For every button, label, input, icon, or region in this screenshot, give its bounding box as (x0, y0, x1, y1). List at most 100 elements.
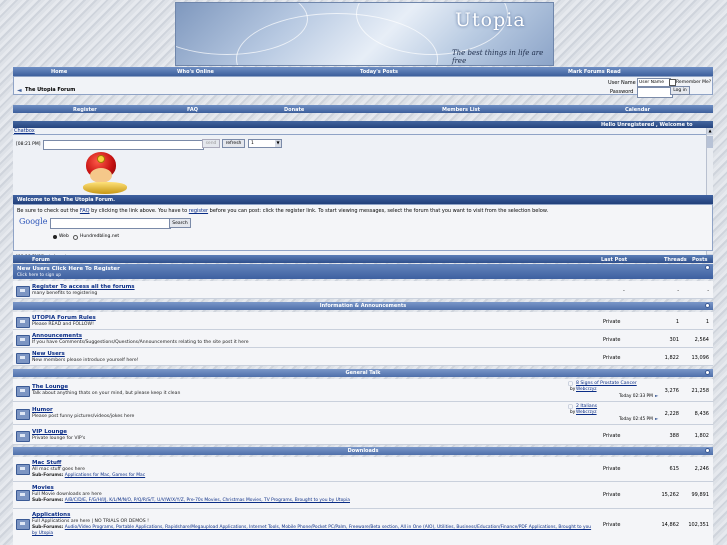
subforums-label: Sub-Forums: (32, 498, 64, 503)
forum-icon (16, 409, 30, 420)
chat-refresh-button[interactable]: refresh (222, 139, 245, 148)
avatar (83, 152, 129, 196)
google-search-input[interactable] (50, 218, 171, 229)
forum-desc: If you have Comments/Suggestions/Questio… (32, 340, 249, 345)
forum-threads: 2,228 (664, 411, 679, 417)
collapse-icon[interactable] (705, 265, 710, 270)
remember-me-checkbox[interactable] (669, 79, 676, 86)
forum-threads: 301 (669, 337, 679, 343)
nav-whos-online[interactable]: Who's Online (177, 69, 214, 75)
last-post-user[interactable]: Webcrzyz (576, 410, 597, 415)
username-label: User Name (608, 80, 636, 86)
forum-desc: All mac stuff goes here (32, 467, 85, 472)
forum-title[interactable]: Applications (32, 512, 70, 518)
category-downloads-title[interactable]: Downloads (348, 448, 379, 454)
forum-wrapper: Home Who's Online Today's Posts Mark For… (13, 67, 713, 545)
subforums-links[interactable]: Audio/Video Programs, Portable Applicati… (32, 525, 591, 536)
forum-title[interactable]: UTOPIA Forum Rules (32, 315, 96, 321)
last-post-user[interactable]: Webcrzyz (576, 387, 597, 392)
category-general-title[interactable]: General Talk (346, 370, 381, 376)
nav-members-list[interactable]: Members List (442, 107, 480, 113)
go-to-post-icon[interactable]: ► (655, 394, 658, 399)
banner-title: Utopia (455, 9, 526, 31)
faq-link[interactable]: FAQ (80, 208, 90, 214)
forum-posts: 102,351 (688, 522, 709, 528)
forum-title[interactable]: VIP Lounge (32, 429, 67, 435)
forum-title[interactable]: Movies (32, 485, 54, 491)
avatar-lamp (83, 182, 127, 194)
subforums-label: Sub-Forums: (32, 525, 64, 530)
last-post-title[interactable]: 8 Signs of Prostate Cancer (576, 381, 637, 386)
register-link[interactable]: register (189, 208, 208, 214)
subforums-links[interactable]: A/B/C/D/E, F/G/H/I/J, K/L/M/N/O, P/Q/R/S… (65, 498, 350, 503)
forum-threads: 14,862 (661, 522, 680, 528)
category-info[interactable]: Information & Announcements (13, 302, 713, 310)
new-users-header[interactable]: New Users Click Here To Register Click h… (13, 264, 713, 279)
radio-web[interactable] (53, 235, 57, 239)
password-input[interactable] (637, 87, 673, 98)
chat-message-input[interactable] (43, 140, 204, 150)
forum-home-icon[interactable]: ◄ (17, 87, 22, 94)
scrollbar-thumb[interactable] (707, 136, 713, 148)
nav-donate[interactable]: Donate (284, 107, 304, 113)
collapse-icon[interactable] (705, 370, 710, 375)
forum-title[interactable]: The Lounge (32, 384, 68, 390)
username-input[interactable] (637, 78, 671, 87)
forum-icon (16, 519, 30, 530)
chat-count-value: 1 (251, 141, 254, 146)
category-info-title[interactable]: Information & Announcements (320, 303, 406, 309)
nav-home[interactable]: Home (51, 69, 67, 75)
nav-faq[interactable]: FAQ (187, 107, 198, 113)
forum-title[interactable]: New Users (32, 351, 65, 357)
forum-posts: 1,802 (694, 433, 709, 439)
forum-table-header: Forum Last Post Threads Posts (13, 255, 713, 263)
login-button[interactable]: Log in (670, 86, 690, 95)
subforums-links[interactable]: Applications for Mac, Games for Mac (65, 473, 145, 478)
go-to-post-icon[interactable]: ► (655, 417, 658, 422)
forum-last-post: Private (603, 355, 621, 361)
last-post-time: Today 02:33 PM (619, 394, 653, 399)
col-forum: Forum (32, 257, 50, 263)
last-post-title[interactable]: 2 Italians (576, 404, 597, 409)
forum-title[interactable]: Humor (32, 407, 53, 413)
forum-row-humor: Humor Please post funny pictures/videos/… (13, 402, 713, 425)
forum-desc: many benefits to registering (32, 291, 98, 296)
banner-tagline: The best things in life are free (452, 49, 544, 65)
nav-register[interactable]: Register (73, 107, 97, 113)
forum-threads: 615 (669, 466, 679, 472)
col-threads: Threads (664, 257, 687, 263)
chat-time-1: [08:21 PM] (16, 142, 41, 147)
category-downloads[interactable]: Downloads (13, 447, 713, 455)
collapse-icon[interactable] (705, 448, 710, 453)
breadcrumb-title[interactable]: The Utopia Forum (25, 87, 75, 93)
chat-send-button[interactable]: send (202, 139, 220, 148)
nav-todays-posts[interactable]: Today's Posts (360, 69, 398, 75)
chat-count-select[interactable]: 1 ▼ (248, 139, 282, 148)
google-logo: Google (19, 217, 48, 226)
forum-desc: Please READ and FOLLOW! (32, 322, 94, 327)
forum-title[interactable]: Mac Stuff (32, 460, 61, 466)
forum-last-post: Private (603, 319, 621, 325)
forum-desc: Full Applications are here | NO TRIALS O… (32, 519, 149, 524)
breadcrumb-login-row: ◄ The Utopia Forum User Name Remember Me… (13, 76, 713, 98)
radio-site[interactable] (73, 235, 78, 240)
forum-desc: Talk about anything thats on your mind, … (32, 391, 181, 396)
forum-threads: - (677, 288, 679, 294)
forum-posts: 21,258 (691, 388, 710, 394)
forum-title[interactable]: Register To access all the forums (32, 284, 135, 290)
nav-calendar[interactable]: Calendar (625, 107, 650, 113)
nav-mark-forums-read[interactable]: Mark Forums Read (568, 69, 621, 75)
scroll-up-icon[interactable]: ▲ (707, 128, 713, 135)
forum-title[interactable]: Announcements (32, 333, 82, 339)
chatbox-divider (13, 134, 713, 135)
category-general[interactable]: General Talk (13, 369, 713, 377)
new-users-title[interactable]: New Users Click Here To Register (17, 266, 120, 272)
site-banner[interactable]: Utopia The best things in life are free (175, 2, 554, 66)
subforums: Sub-Forums: Applications for Mac, Games … (32, 473, 597, 479)
forum-posts: 13,096 (691, 355, 710, 361)
collapse-icon[interactable] (705, 303, 710, 308)
forum-icon (16, 490, 30, 501)
subforums: Sub-Forums: A/B/C/D/E, F/G/H/I/J, K/L/M/… (32, 498, 597, 504)
google-search-button[interactable]: Search (169, 218, 191, 228)
forum-last-post: Private (603, 522, 621, 528)
